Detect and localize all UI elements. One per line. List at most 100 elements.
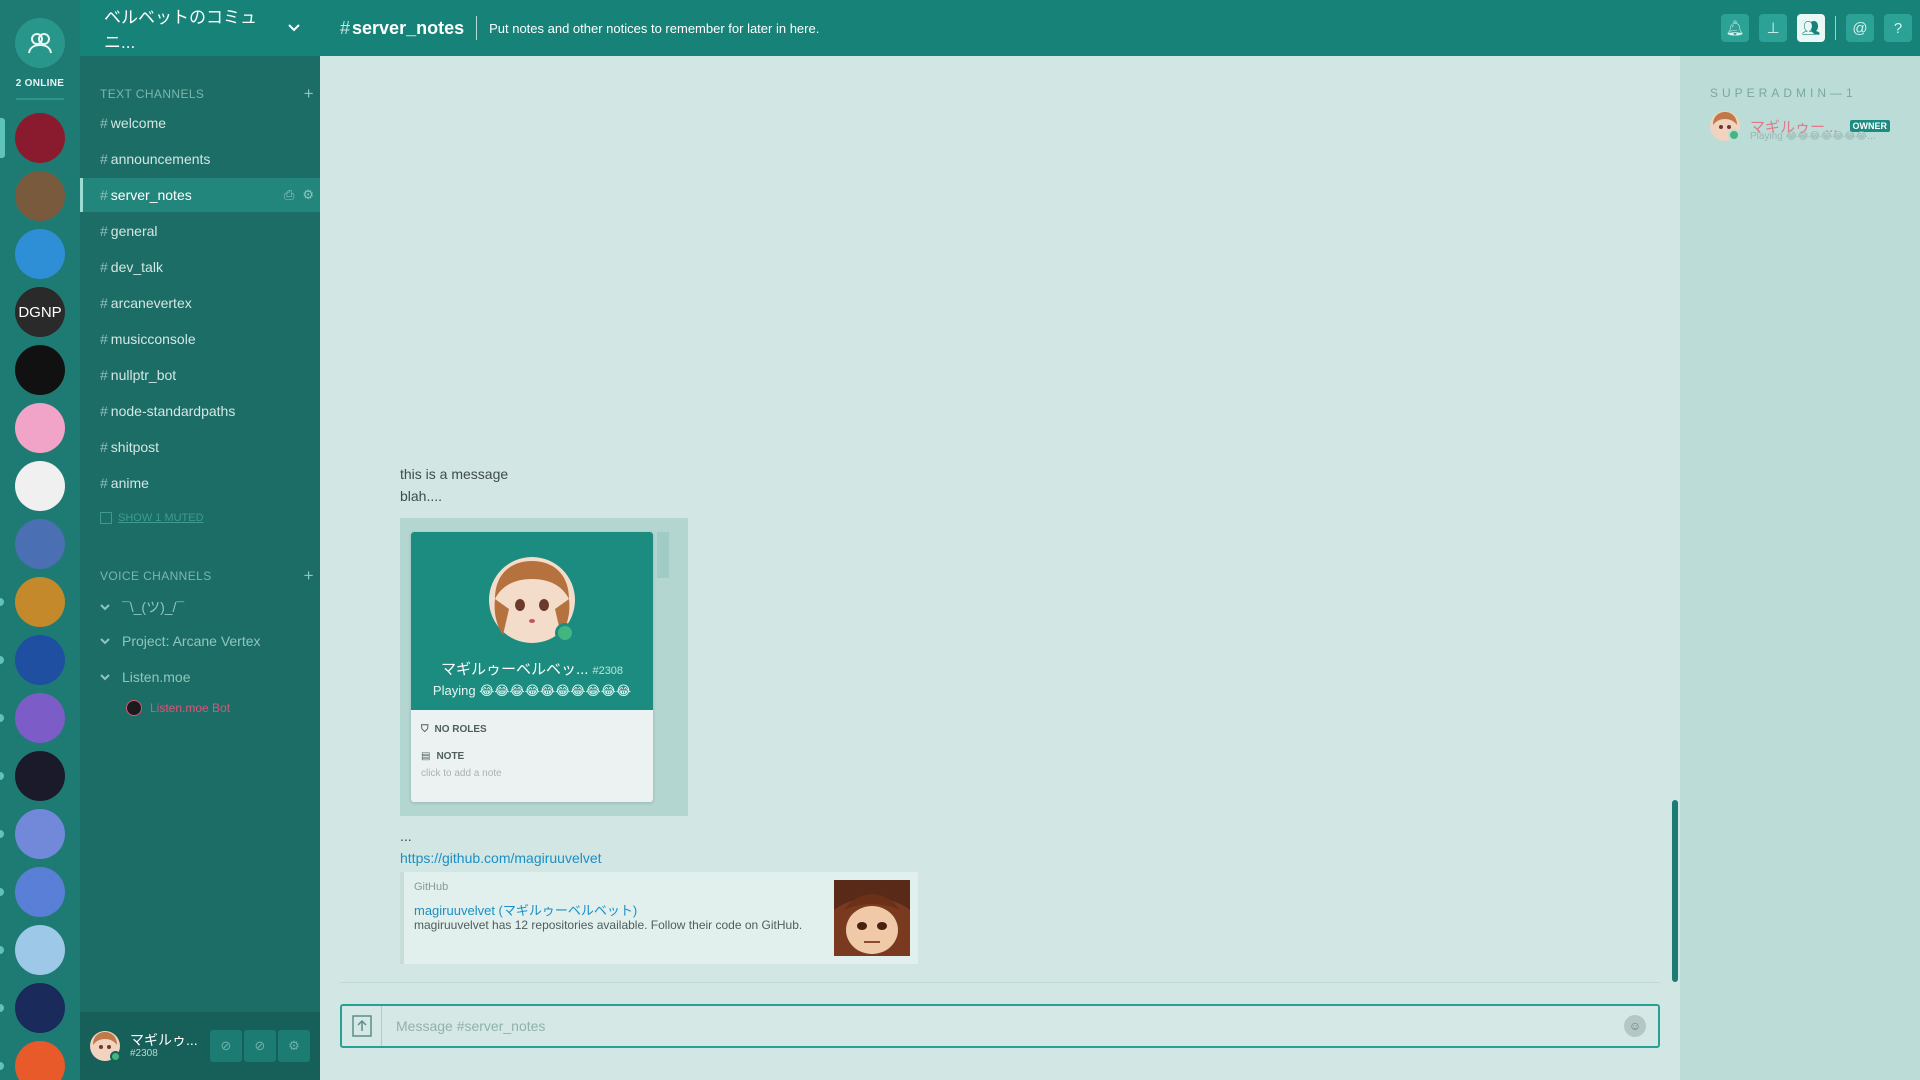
chevron-down-icon <box>100 673 110 680</box>
show-muted-toggle[interactable]: SHOW 1 MUTED <box>100 512 204 524</box>
guild-13[interactable] <box>15 809 65 859</box>
guild-2[interactable] <box>15 171 65 221</box>
voice-channel-name: Listen.moe <box>122 669 191 685</box>
channel-nullptr_bot[interactable]: # nullptr_bot <box>80 358 320 392</box>
guild-16[interactable] <box>15 983 65 1033</box>
guild-7[interactable] <box>15 461 65 511</box>
voice-channel[interactable]: ¯\_(ツ)_/¯ <box>100 597 184 617</box>
popout-username: マギルゥーベルベッ... #2308 <box>441 658 623 679</box>
mute-button[interactable]: ⊘ <box>210 1030 242 1062</box>
voice-user[interactable]: Listen.moe Bot <box>126 700 230 716</box>
guild-5[interactable] <box>15 345 65 395</box>
add-channel-icon[interactable]: + <box>304 566 314 586</box>
channel-announcements[interactable]: # announcements <box>80 142 320 176</box>
notifications-button[interactable]: 🔔︎ <box>1721 14 1749 42</box>
member-item[interactable]: マギルゥー... OWNER Playing 😂😂😂😂😂😂😂... <box>1710 111 1891 142</box>
guild-14[interactable] <box>15 867 65 917</box>
unread-indicator <box>0 656 4 664</box>
guild-8[interactable] <box>15 519 65 569</box>
avatar[interactable] <box>90 1031 121 1062</box>
mentions-button[interactable]: @ <box>1846 14 1874 42</box>
unread-indicator <box>0 598 4 606</box>
hash-icon: # <box>100 187 108 203</box>
hash-icon: # <box>100 331 108 347</box>
channel-name: welcome <box>110 115 167 131</box>
channel-actions: ⎙ ⚙ <box>284 187 314 203</box>
guild-11[interactable] <box>15 693 65 743</box>
friends-icon <box>28 33 52 54</box>
guild-6[interactable] <box>15 403 65 453</box>
embed-description: magiruuvelvet has 12 repositories availa… <box>414 918 803 932</box>
guild-1[interactable] <box>15 113 65 163</box>
emoji-button[interactable]: ☺ <box>1624 1015 1646 1037</box>
popout-activity: Playing 😂😂😂😂😂😂😂😂😂😂 <box>432 683 632 698</box>
note-label: NOTE <box>436 751 465 762</box>
at-icon: @ <box>1852 19 1868 37</box>
help-button[interactable]: ? <box>1884 14 1912 42</box>
upload-button[interactable] <box>342 1006 382 1046</box>
bell-icon: 🔔︎ <box>1725 20 1745 37</box>
voice-channel[interactable]: Project: Arcane Vertex <box>100 633 261 649</box>
members-icon: 👥︎ <box>1801 20 1821 37</box>
user-popout[interactable]: マギルゥーベルベッ... #2308 Playing 😂😂😂😂😂😂😂😂😂😂 ⛉ NO… <box>411 532 653 802</box>
channel-general[interactable]: # general <box>80 214 320 248</box>
text-channels-category[interactable]: TEXT CHANNELS + <box>100 84 316 104</box>
channel-node-standardpaths[interactable]: # node-standardpaths <box>80 394 320 428</box>
embed-thumbnail[interactable] <box>834 880 910 956</box>
guild-9[interactable] <box>15 577 65 627</box>
message-input[interactable]: Message #server_notes <box>396 1018 1624 1034</box>
note-section: ▤ NOTE <box>421 751 643 762</box>
user-info: マギルゥ... #2308 <box>130 1032 198 1059</box>
channel-welcome[interactable]: # welcome <box>80 106 320 140</box>
unread-indicator <box>0 772 4 780</box>
guild-10[interactable] <box>15 635 65 685</box>
guild-12[interactable] <box>15 751 65 801</box>
upload-icon <box>351 1015 372 1037</box>
settings-button[interactable]: ⚙ <box>278 1030 310 1062</box>
gear-icon: ⚙ <box>288 1038 300 1053</box>
popout-name: マギルゥーベルベッ... <box>440 661 589 678</box>
pin-icon: ⊥ <box>1766 20 1780 37</box>
note-input[interactable]: click to add a note <box>421 768 643 779</box>
guild-15[interactable] <box>15 925 65 975</box>
friends-button[interactable] <box>15 18 65 68</box>
hash-icon: # <box>100 151 108 167</box>
channel-anime[interactable]: # anime <box>80 466 320 500</box>
member-activity: Playing 😂😂😂😂😂😂😂... <box>1750 131 1876 142</box>
channel-header: # server_notes Put notes and other notice… <box>320 0 1920 56</box>
voice-channel-name: ¯\_(ツ)_/¯ <box>122 599 185 615</box>
channel-arcanevertex[interactable]: # arcanevertex <box>80 286 320 320</box>
avatar[interactable] <box>486 554 578 646</box>
guild-3[interactable] <box>15 229 65 279</box>
guild-17[interactable] <box>15 1041 65 1080</box>
category-label: VOICE CHANNELS <box>100 569 212 583</box>
chat-area[interactable]: this is a message blah.... マギルゥーベルベッ... #… <box>320 56 1675 982</box>
hash-icon: # <box>100 223 108 239</box>
channel-musicconsole[interactable]: # musicconsole <box>80 322 320 356</box>
hash-icon: # <box>100 115 108 131</box>
invite-icon[interactable]: ⎙ <box>284 187 294 203</box>
pinned-button[interactable]: ⊥ <box>1759 14 1787 42</box>
hash-icon: # <box>100 295 108 311</box>
user-controls: ⊘ ⊘ ⚙ <box>210 1030 310 1062</box>
channel-server_notes[interactable]: # server_notes ⎙ ⚙ <box>80 178 320 212</box>
channel-dev_talk[interactable]: # dev_talk <box>80 250 320 284</box>
channel-name: server_notes <box>110 187 192 203</box>
embed-title[interactable]: magiruuvelvet (マギルゥーベルベット) <box>414 900 637 919</box>
chat-scrollbar[interactable] <box>1672 800 1678 982</box>
channel-topic[interactable]: Put notes and other notices to remember … <box>489 21 819 36</box>
link-embed: GitHub magiruuvelvet (マギルゥーベルベット) magiru… <box>400 872 918 964</box>
member-list-button[interactable]: 👥︎ <box>1797 14 1825 42</box>
gear-icon[interactable]: ⚙ <box>302 187 314 203</box>
channel-shitpost[interactable]: # shitpost <box>80 430 320 464</box>
attachment-scrollbar[interactable] <box>657 532 669 578</box>
mic-muted-icon: ⊘ <box>220 1038 232 1053</box>
server-header[interactable]: ベルベットのコミュニ... <box>80 0 320 56</box>
voice-channels-category[interactable]: VOICE CHANNELS + <box>100 566 316 586</box>
voice-channel[interactable]: Listen.moe <box>100 669 190 685</box>
guild-dgnp[interactable]: DGNP <box>15 287 65 337</box>
add-channel-icon[interactable]: + <box>304 84 314 104</box>
deafen-button[interactable]: ⊘ <box>244 1030 276 1062</box>
message-link[interactable]: https://github.com/magiruuvelvet <box>400 850 602 866</box>
hash-icon: # <box>100 439 108 455</box>
